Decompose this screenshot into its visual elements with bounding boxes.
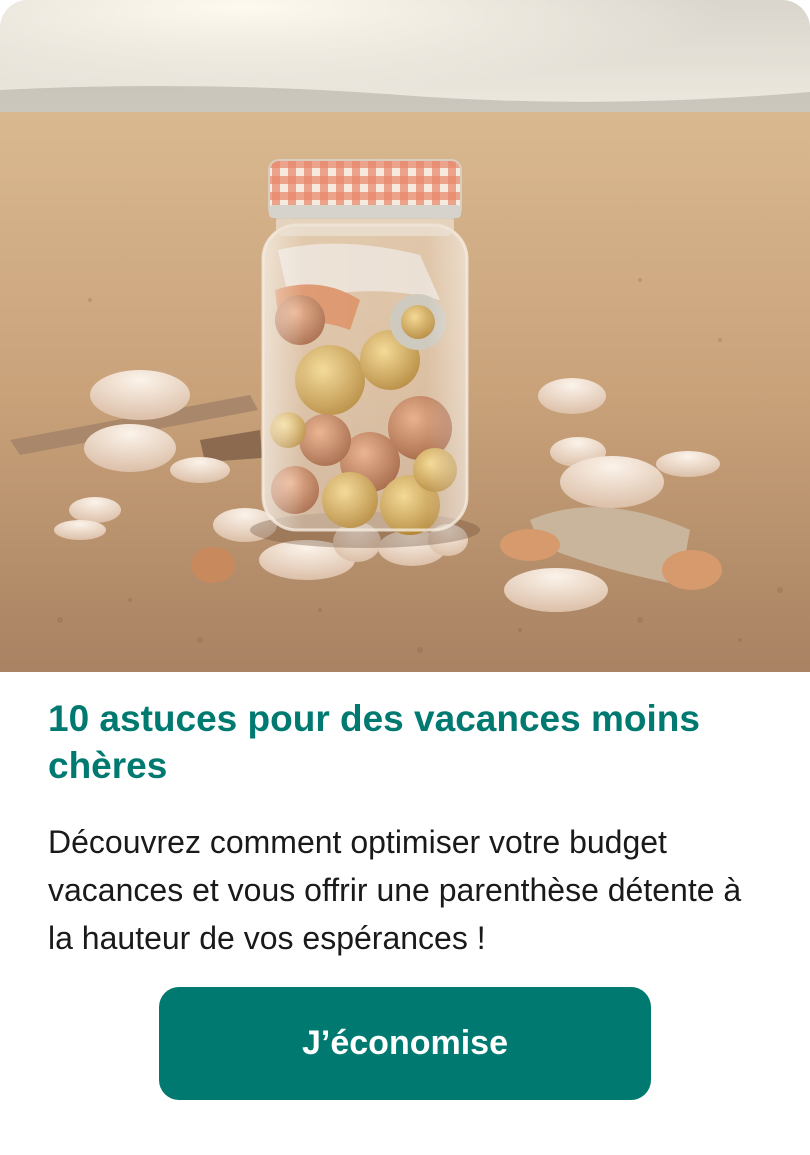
article-description: Découvrez comment optimiser votre budget…	[48, 824, 742, 956]
article-title: 10 astuces pour des vacances moins chère…	[48, 698, 700, 786]
promo-card: 10 astuces pour des vacances moins chère…	[0, 0, 810, 1155]
economize-button[interactable]: J’économise	[159, 987, 651, 1100]
beach-jar-illustration	[0, 0, 810, 672]
jar	[261, 159, 469, 535]
hero-image	[0, 0, 810, 672]
